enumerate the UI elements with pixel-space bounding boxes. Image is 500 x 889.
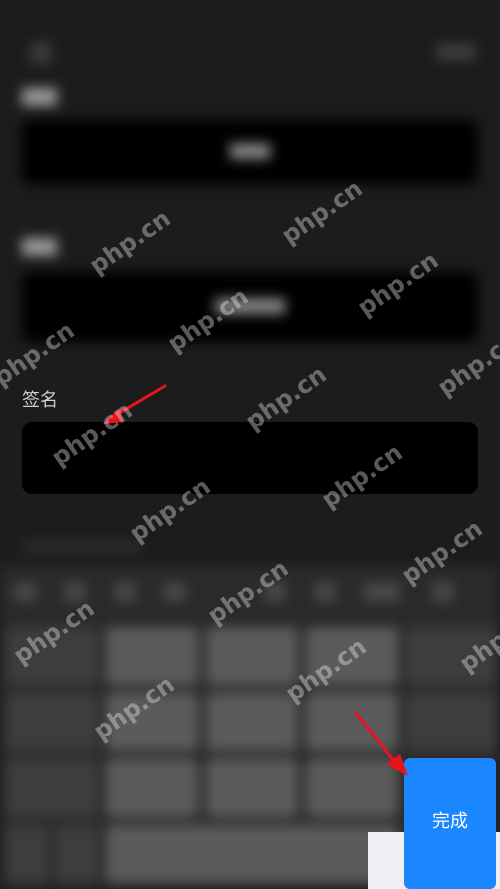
field-2-value: ███████ (215, 299, 285, 315)
section-label-1: ███ (22, 88, 57, 106)
watermark: php.cn (84, 204, 176, 280)
back-icon[interactable] (30, 42, 52, 64)
key[interactable] (106, 759, 198, 817)
key[interactable] (6, 759, 98, 817)
section-label-2: ███ (22, 238, 57, 256)
top-bar (0, 0, 500, 90)
done-button[interactable]: 完成 (404, 758, 496, 889)
signature-label: 签名 (22, 390, 58, 411)
field-1[interactable]: ████ (22, 120, 478, 184)
key[interactable] (106, 693, 198, 751)
done-button-label: 完成 (432, 811, 468, 832)
key[interactable] (206, 627, 298, 685)
toolbar-item[interactable] (264, 583, 286, 601)
hint-text (22, 540, 142, 554)
toolbar-item[interactable] (432, 583, 454, 601)
toolbar-item[interactable] (314, 583, 336, 601)
field-1-value: ████ (230, 144, 270, 160)
key[interactable] (56, 825, 98, 883)
toolbar-item[interactable] (164, 583, 186, 601)
key[interactable] (6, 627, 98, 685)
key[interactable] (206, 693, 298, 751)
arrow-icon (354, 711, 408, 776)
toolbar-item[interactable] (14, 583, 36, 601)
field-2[interactable]: ███████ (22, 272, 478, 342)
key[interactable] (6, 825, 48, 883)
key[interactable] (406, 693, 496, 751)
keyboard-toolbar (0, 565, 500, 621)
key[interactable] (206, 759, 298, 817)
key[interactable] (6, 693, 98, 751)
key[interactable] (106, 627, 198, 685)
toolbar-item[interactable] (364, 583, 400, 601)
space-key[interactable] (106, 825, 398, 883)
toolbar-item[interactable] (114, 583, 136, 601)
key[interactable] (306, 627, 398, 685)
signature-field[interactable] (22, 422, 478, 494)
toolbar-item[interactable] (64, 583, 86, 601)
arrow-icon (103, 384, 167, 424)
top-right-action[interactable] (436, 44, 476, 60)
watermark: php.cn (276, 174, 368, 250)
key[interactable] (406, 627, 496, 685)
